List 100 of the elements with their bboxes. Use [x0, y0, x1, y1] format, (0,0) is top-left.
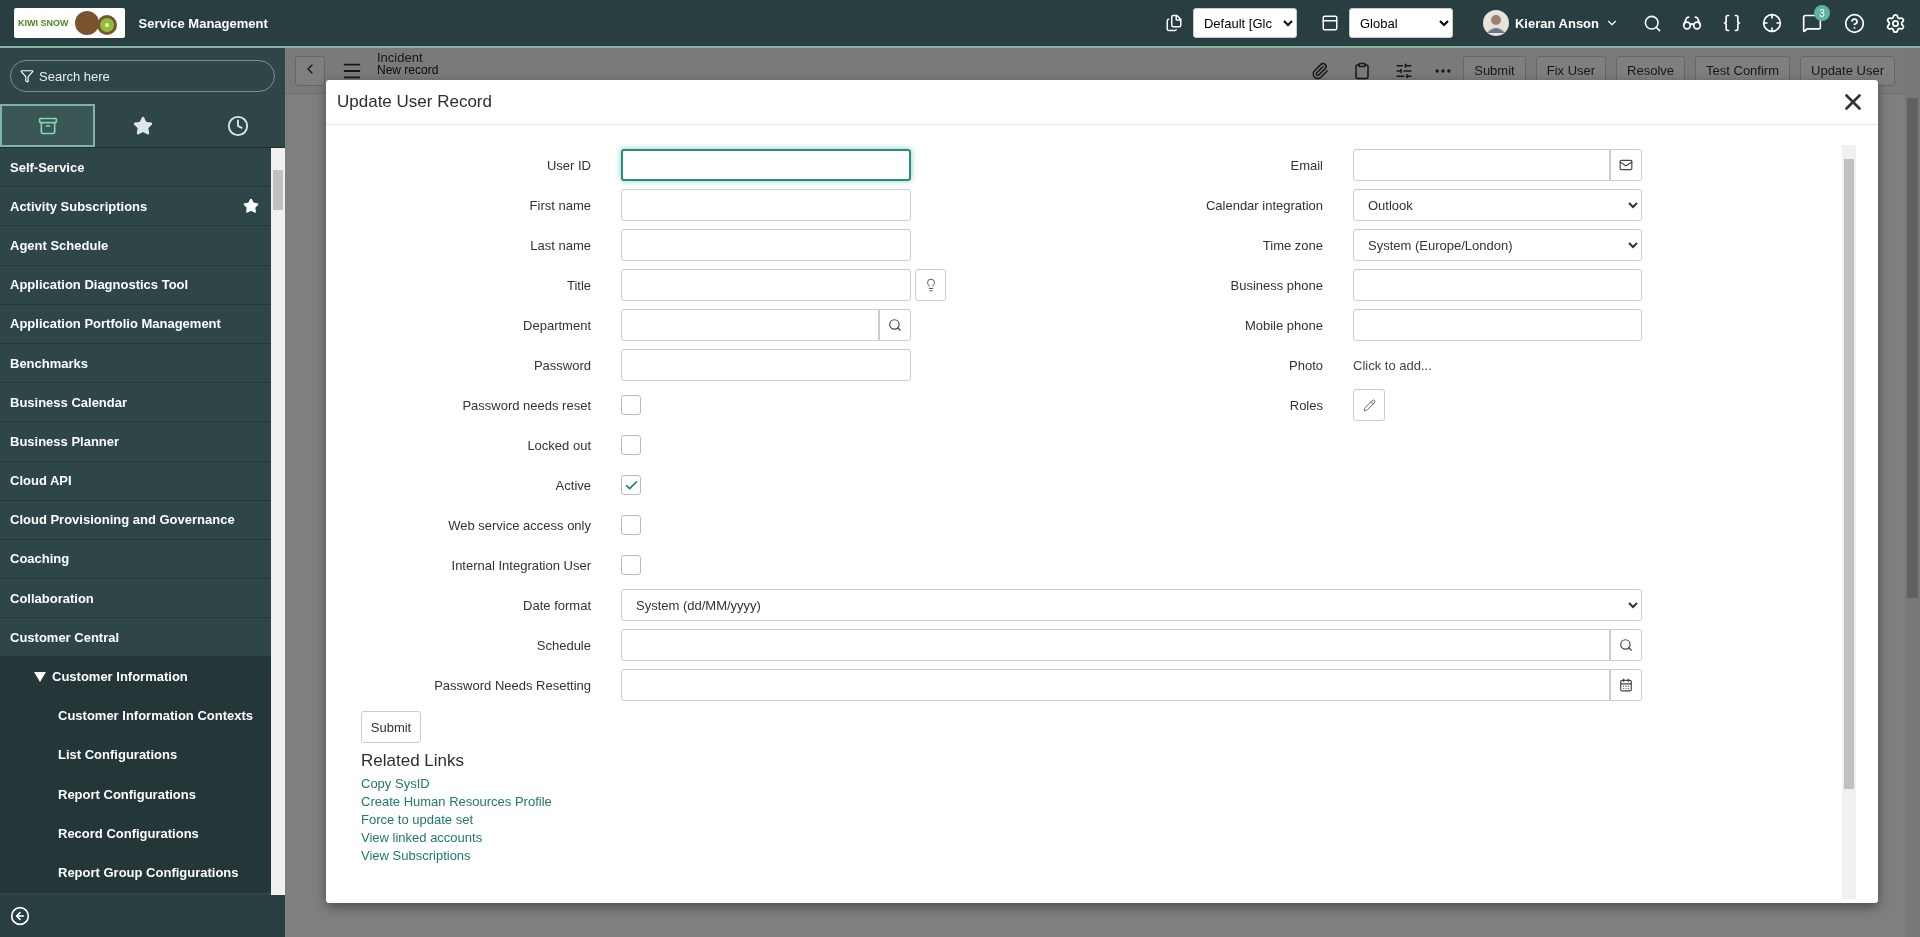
related-link[interactable]: Force to update set	[361, 811, 473, 829]
field-label: Department	[522, 317, 592, 333]
text-field[interactable]	[621, 269, 911, 301]
field-label: Internal Integration User	[450, 557, 592, 573]
field-label: Email	[1289, 157, 1324, 173]
field-label: Active	[554, 477, 592, 493]
field-label: Mobile phone	[1243, 317, 1324, 333]
search-button[interactable]	[1610, 629, 1642, 661]
nav-item[interactable]: Report Configurations	[0, 775, 271, 815]
field-label: Locked out	[526, 437, 592, 453]
related-link[interactable]: View linked accounts	[361, 829, 483, 847]
field-label: Photo	[1288, 357, 1324, 373]
scrollbar[interactable]	[271, 148, 285, 895]
email-button[interactable]	[1610, 149, 1642, 181]
collapse-icon[interactable]	[10, 906, 30, 926]
text-field[interactable]	[621, 189, 911, 221]
nav-item[interactable]: Record Configurations	[0, 814, 271, 854]
record-subtitle: New record	[377, 64, 439, 77]
settings-icon[interactable]	[1885, 12, 1906, 34]
checkbox[interactable]	[621, 475, 641, 495]
field-label: Password Needs Resetting	[433, 677, 592, 693]
update-set-select[interactable]: Default [Glc	[1192, 8, 1297, 38]
star-icon[interactable]	[243, 198, 259, 215]
braces-icon[interactable]	[1722, 13, 1742, 33]
paperclip-icon[interactable]	[1311, 61, 1330, 80]
search-field[interactable]: Search here	[10, 60, 275, 92]
search-icon[interactable]	[1643, 13, 1662, 33]
checkbox[interactable]	[621, 395, 641, 415]
nav-item[interactable]: Customer Information	[0, 657, 271, 697]
submit-button[interactable]: Submit	[361, 711, 421, 743]
clipboard-icon[interactable]	[1353, 61, 1372, 80]
select-field[interactable]: Outlook	[1353, 189, 1642, 221]
select-field[interactable]: System (dd/MM/yyyy)	[621, 589, 1642, 621]
select-field[interactable]: System (Europe/London)	[1353, 229, 1642, 261]
record-type: Incident	[377, 51, 424, 64]
search-icon	[888, 318, 902, 332]
logo[interactable]: KIWI SNOW	[14, 8, 125, 38]
field-label: Schedule	[535, 637, 592, 653]
documents-icon[interactable]	[1164, 14, 1183, 32]
nav-item[interactable]: Customer Information Contexts	[0, 696, 271, 736]
field-label: Time zone	[1261, 237, 1324, 253]
field-label: Roles	[1288, 397, 1324, 413]
user-menu[interactable]: Kieran Anson	[1482, 10, 1619, 36]
avatar	[1482, 10, 1509, 36]
filter-icon	[20, 69, 34, 83]
crosshair-icon[interactable]	[1762, 13, 1782, 33]
help-icon[interactable]	[1844, 12, 1865, 34]
search-icon	[1619, 638, 1633, 652]
text-field[interactable]	[621, 309, 879, 341]
window-icon[interactable]	[1320, 14, 1339, 32]
field-label: Password needs reset	[461, 397, 592, 413]
calendar-button[interactable]	[1610, 669, 1642, 701]
field-label: Date format	[522, 597, 592, 613]
expanded-triangle-icon	[34, 671, 46, 682]
edit-button[interactable]	[1353, 389, 1385, 421]
text-field[interactable]	[1353, 309, 1642, 341]
notification-badge: 3	[1814, 5, 1830, 21]
dialog-title: Update User Record	[337, 92, 492, 112]
checkbox[interactable]	[621, 435, 641, 455]
search-button[interactable]	[879, 309, 911, 341]
scrollbar[interactable]	[1842, 145, 1856, 899]
scope-select[interactable]: Global	[1348, 8, 1453, 38]
glasses-icon[interactable]	[1682, 13, 1702, 33]
calendar-icon	[1619, 678, 1633, 692]
text-field[interactable]	[621, 149, 911, 181]
suggestion-button[interactable]	[915, 269, 946, 301]
related-link[interactable]: Copy SysID	[361, 775, 430, 793]
section-heading: Related Links	[361, 751, 465, 771]
scrollbar[interactable]	[1905, 48, 1920, 937]
nav-item[interactable]: List Configurations	[0, 735, 271, 775]
nav-item[interactable]: Report Group Configurations	[0, 853, 271, 893]
checkbox[interactable]	[621, 515, 641, 535]
text-field[interactable]	[621, 629, 1610, 661]
field-label: Business phone	[1229, 277, 1324, 293]
clock-icon	[226, 114, 249, 137]
related-link[interactable]: Create Human Resources Profile	[361, 793, 552, 811]
sliders-icon[interactable]	[1395, 61, 1414, 80]
mail-icon	[1619, 158, 1633, 172]
field-label: Title	[565, 277, 592, 293]
field-label: Web service access only	[447, 517, 592, 533]
star-icon	[132, 115, 153, 136]
archive-icon	[37, 115, 58, 136]
nav-item[interactable]: Activity Subscriptions	[0, 187, 271, 227]
field-label: First name	[528, 197, 592, 213]
pencil-icon	[1362, 398, 1376, 412]
text-field[interactable]	[621, 349, 911, 381]
back-button[interactable]	[295, 55, 325, 86]
app-title: Service Management	[138, 15, 268, 31]
attachment-link[interactable]: Click to add...	[1353, 357, 1432, 373]
field-label: User ID	[545, 157, 592, 173]
checkbox[interactable]	[621, 555, 641, 575]
field-label: Calendar integration	[1204, 197, 1324, 213]
text-field[interactable]	[1353, 269, 1642, 301]
field-label: Last name	[529, 237, 592, 253]
related-link[interactable]: View Subscriptions	[361, 847, 471, 865]
email-field[interactable]	[1353, 149, 1610, 181]
text-field[interactable]	[621, 229, 911, 261]
sidebar-tab[interactable]	[0, 104, 95, 147]
date-field[interactable]	[621, 669, 1610, 701]
field-label: Password	[532, 357, 592, 373]
